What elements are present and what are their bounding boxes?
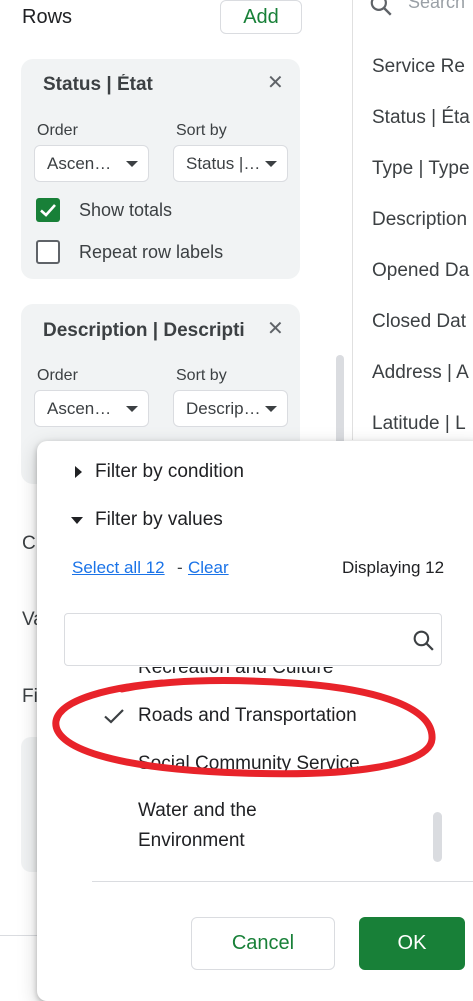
rows-section-title: Rows — [22, 6, 73, 28]
order-label: Order — [37, 367, 78, 384]
add-row-button[interactable]: Add — [220, 0, 302, 34]
clear-link[interactable]: Clear — [188, 558, 229, 578]
field-list-item[interactable]: Type | Type — [372, 158, 470, 180]
filters-section-title: Fi — [22, 686, 38, 707]
chevron-down-icon — [265, 161, 277, 167]
sort-by-select-value: Descrip… — [186, 399, 261, 418]
search-icon — [413, 630, 434, 651]
values-search-input[interactable] — [64, 613, 442, 666]
order-label: Order — [37, 122, 78, 139]
value-item[interactable]: Social Community Service — [138, 749, 360, 779]
order-select-value: Ascen… — [47, 154, 112, 173]
field-list-item[interactable]: Opened Da — [372, 260, 469, 282]
sort-by-select[interactable]: Status |… — [173, 145, 288, 182]
show-totals-label: Show totals — [79, 200, 173, 220]
order-select-value: Ascen… — [47, 399, 112, 418]
value-item[interactable]: Water and the — [138, 796, 257, 826]
order-select[interactable]: Ascen… — [34, 145, 149, 182]
card-title: Status | État — [43, 74, 153, 95]
repeat-row-labels-checkbox[interactable] — [36, 240, 60, 264]
order-select[interactable]: Ascen… — [34, 390, 149, 427]
value-item-continued[interactable]: Environment — [138, 826, 245, 856]
card-title: Description | Descripti — [43, 320, 245, 341]
values-list[interactable]: Recreation and Culture Roads and Transpo… — [37, 667, 473, 882]
close-icon[interactable]: ✕ — [267, 73, 284, 93]
check-icon — [104, 709, 124, 724]
filter-by-condition-toggle[interactable]: Filter by condition — [95, 461, 244, 483]
filter-by-values-toggle[interactable]: Filter by values — [95, 509, 223, 531]
check-icon — [40, 204, 56, 217]
chevron-down-icon — [265, 406, 277, 412]
sort-by-label: Sort by — [176, 122, 227, 139]
divider — [0, 935, 38, 936]
select-all-link[interactable]: Select all 12 — [72, 558, 165, 578]
field-list-item[interactable]: Closed Dat — [372, 311, 466, 333]
filter-popup: Filter by condition Filter by values Sel… — [37, 441, 473, 1001]
cancel-button[interactable]: Cancel — [191, 917, 335, 970]
collapsed-arrow-icon[interactable] — [75, 466, 82, 478]
row-field-card-status: Status | État ✕ Order Sort by Ascen… Sta… — [21, 59, 300, 279]
divider — [92, 881, 473, 882]
field-search-input[interactable]: Search — [408, 0, 465, 13]
link-separator: - — [177, 558, 183, 577]
editor-scrollbar[interactable] — [336, 355, 344, 450]
field-list-item[interactable]: Description — [372, 209, 467, 231]
sort-by-select[interactable]: Descrip… — [173, 390, 288, 427]
value-item-selected[interactable]: Roads and Transportation — [138, 701, 357, 731]
displaying-count: Displaying 12 — [342, 558, 445, 577]
panel-divider — [352, 0, 353, 440]
sort-by-select-value: Status |… — [186, 154, 261, 173]
expanded-arrow-icon[interactable] — [71, 517, 83, 524]
sort-by-label: Sort by — [176, 367, 227, 384]
field-list-item[interactable]: Latitude | L — [372, 413, 466, 435]
repeat-row-labels-label: Repeat row labels — [79, 242, 224, 262]
close-icon[interactable]: ✕ — [267, 319, 284, 339]
ok-button[interactable]: OK — [359, 917, 465, 970]
field-list-item[interactable]: Status | Éta — [372, 107, 470, 129]
field-list-item[interactable]: Address | A — [372, 362, 469, 384]
chevron-down-icon — [126, 161, 138, 167]
chevron-down-icon — [126, 406, 138, 412]
value-item[interactable]: Recreation and Culture — [138, 667, 333, 683]
search-icon — [370, 0, 392, 16]
values-scrollbar[interactable] — [433, 812, 442, 862]
columns-section-title: C — [22, 533, 36, 554]
field-list-item[interactable]: Service Re — [372, 56, 465, 78]
show-totals-checkbox[interactable] — [36, 198, 60, 222]
